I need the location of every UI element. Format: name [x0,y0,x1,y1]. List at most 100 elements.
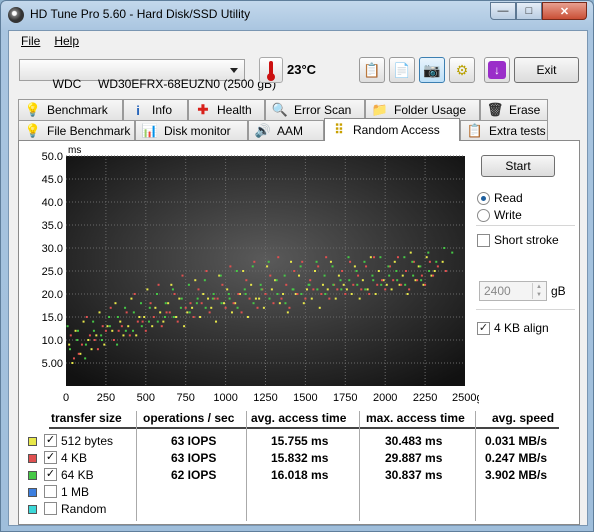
window-title: HD Tune Pro 5.60 - Hard Disk/SSD Utility [30,7,251,21]
row-checkbox[interactable] [44,502,57,515]
row-checkbox[interactable] [44,485,57,498]
copy-screen-button[interactable]: 📄 [389,57,415,83]
data-point [76,329,79,332]
tab-benchmark[interactable]: 💡 Benchmark [18,99,123,120]
data-point [331,265,334,268]
data-point [302,302,305,305]
error-scan-icon: 🔍 [271,102,289,117]
data-point [441,260,444,263]
maximize-button[interactable]: □ [516,2,542,20]
data-point [436,265,439,268]
data-point [326,288,329,291]
write-radio-label: Write [494,208,522,222]
table-row: ✓ 4 KB 63 IOPS 15.832 ms 29.887 ms 0.247… [19,450,579,467]
data-point [194,279,197,282]
data-point [363,260,366,263]
data-point [172,316,175,318]
data-point [285,283,288,286]
read-radio-label: Read [494,191,523,205]
data-point [336,288,339,291]
data-point [228,297,231,300]
row-checkbox[interactable]: ✓ [44,434,57,447]
tab-folder-usage[interactable]: 📁 Folder Usage [365,99,480,120]
data-point [232,302,235,305]
save-button[interactable]: ↓ [484,57,510,83]
data-point [424,283,427,286]
data-point [435,260,438,263]
data-point [179,306,182,309]
data-point [237,293,240,295]
data-point [313,270,316,272]
x-tick-label: 250 [97,392,115,404]
write-radio[interactable]: Write [477,208,522,222]
data-point [71,362,74,364]
data-point [341,270,344,272]
data-point [404,270,407,272]
data-point [258,297,261,300]
drive-select[interactable]: WDC WD30EFRX-68EUZN0 (2500 gB) [19,59,276,91]
spin-down-icon[interactable]: ▼ [532,291,545,299]
data-point [288,306,291,309]
data-point [425,256,428,259]
app-window: HD Tune Pro 5.60 - Hard Disk/SSD Utility… [0,0,594,532]
tab-random-access[interactable]: ⠿ Random Access [324,118,460,141]
menu-help[interactable]: Help [47,31,86,51]
data-point [154,306,157,309]
data-point [396,256,399,259]
tab-info[interactable]: i Info [123,99,188,120]
tab-aam[interactable]: 🔊 AAM [248,120,324,141]
short-stroke-checkbox[interactable]: Short stroke [477,233,559,247]
tab-erase[interactable]: 🗑 Erase [480,99,548,120]
screenshot-button[interactable]: 📷 [419,57,445,83]
tab-health[interactable]: ✚ Health [188,99,265,120]
read-radio[interactable]: Read [477,191,523,205]
data-point [235,270,238,272]
row-checkbox[interactable]: ✓ [44,468,57,481]
data-point [360,288,363,291]
tab-extra-tests[interactable]: 📋 Extra tests [460,120,548,141]
data-point [68,343,71,346]
tab-disk-monitor[interactable]: 📊 Disk monitor [135,120,248,141]
health-icon: ✚ [197,102,209,117]
data-point [433,270,436,272]
data-point [305,288,308,291]
title-bar[interactable]: HD Tune Pro 5.60 - Hard Disk/SSD Utility… [1,1,593,29]
data-point [304,297,307,300]
x-tick-label: 750 [177,392,195,404]
tab-extra-tests-label: Extra tests [489,124,546,138]
short-stroke-input[interactable]: 2400 ▲ ▼ [479,281,547,301]
data-point [132,329,135,332]
align-checkbox[interactable]: ✓ 4 KB align [477,321,549,335]
data-point [244,293,247,295]
options-button[interactable]: ⚙ [449,57,475,83]
exit-button[interactable]: Exit [514,57,579,83]
menu-file[interactable]: File [14,31,47,51]
data-point [205,270,208,272]
data-point [135,334,138,337]
header-avg-access: avg. access time [251,411,347,425]
x-tick-label: 1250 [253,392,277,404]
data-point [444,270,447,272]
data-point [98,311,101,314]
data-point [377,270,380,272]
close-button[interactable]: ✕ [542,2,587,20]
start-button[interactable]: Start [481,155,555,177]
data-point [141,320,144,323]
data-point [395,270,398,272]
menu-bar: File Help [9,31,86,51]
data-point [77,352,80,355]
data-point [170,283,173,286]
tab-error-scan[interactable]: 🔍 Error Scan [265,99,365,120]
copy-info-button[interactable]: 📋 [359,57,385,83]
data-point [143,316,146,318]
tab-aam-label: AAM [277,124,304,138]
data-point [401,274,404,277]
data-point [358,297,361,300]
data-point [393,260,396,263]
tab-file-benchmark[interactable]: 💡 File Benchmark [18,120,135,141]
x-tick-label: 0 [63,392,69,404]
row-checkbox[interactable]: ✓ [44,451,57,464]
data-point [316,288,319,291]
minimize-button[interactable]: — [490,2,516,20]
spin-up-icon[interactable]: ▲ [532,283,545,291]
